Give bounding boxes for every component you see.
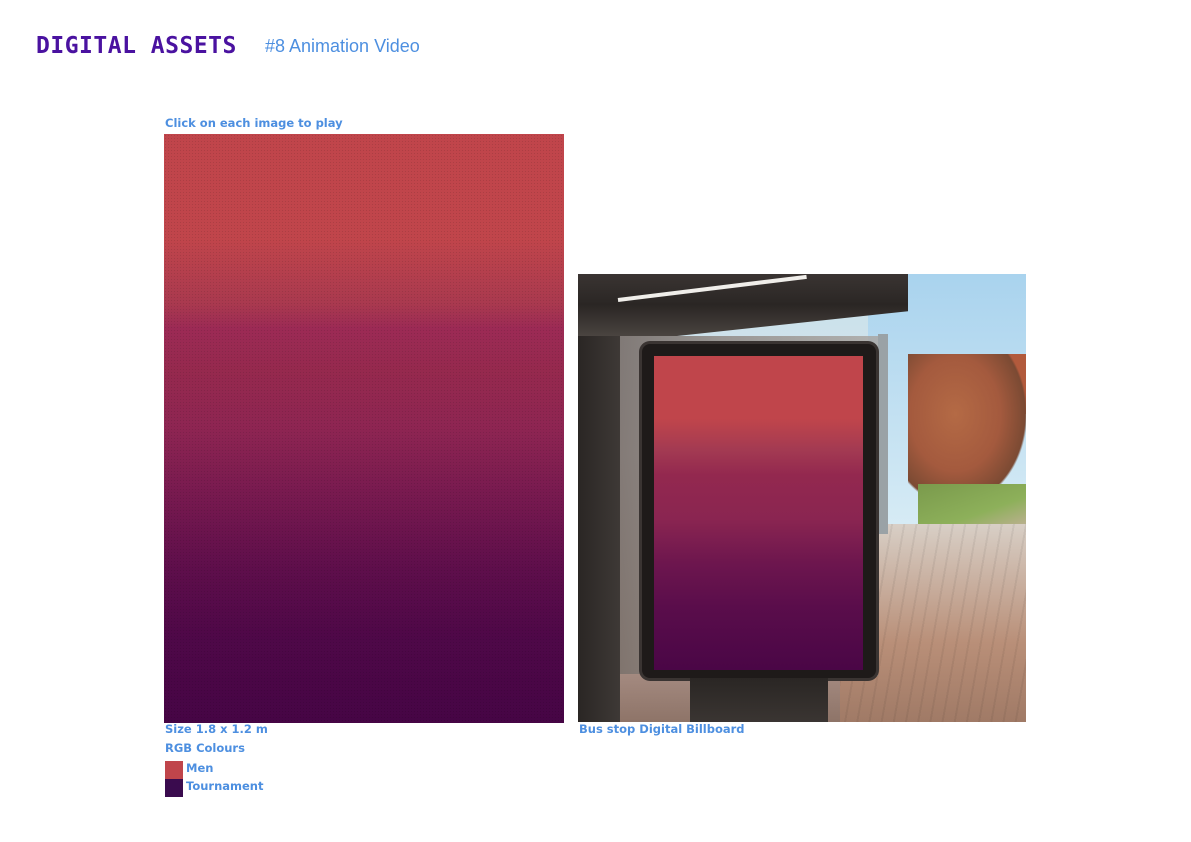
billboard-caption: Bus stop Digital Billboard: [579, 722, 745, 736]
legend-label-men: Men: [186, 761, 214, 775]
trees-background: [908, 354, 1026, 504]
poster-animation-video[interactable]: [164, 134, 564, 723]
bus-stop-billboard-video[interactable]: [578, 274, 1026, 722]
rgb-colours-label: RGB Colours: [165, 741, 245, 755]
men-colour-swatch: [165, 761, 183, 779]
play-instruction: Click on each image to play: [165, 116, 343, 130]
shelter-post: [578, 274, 620, 722]
street-pole: [878, 334, 888, 534]
legend-label-tournament: Tournament: [186, 779, 264, 793]
poster-size-label: Size 1.8 x 1.2 m: [165, 722, 268, 736]
page-title: DIGITAL ASSETS: [36, 33, 237, 59]
tournament-colour-swatch: [165, 779, 183, 797]
billboard-screen: [654, 356, 863, 670]
page-subtitle: #8 Animation Video: [265, 36, 420, 56]
billboard-base: [690, 678, 828, 722]
